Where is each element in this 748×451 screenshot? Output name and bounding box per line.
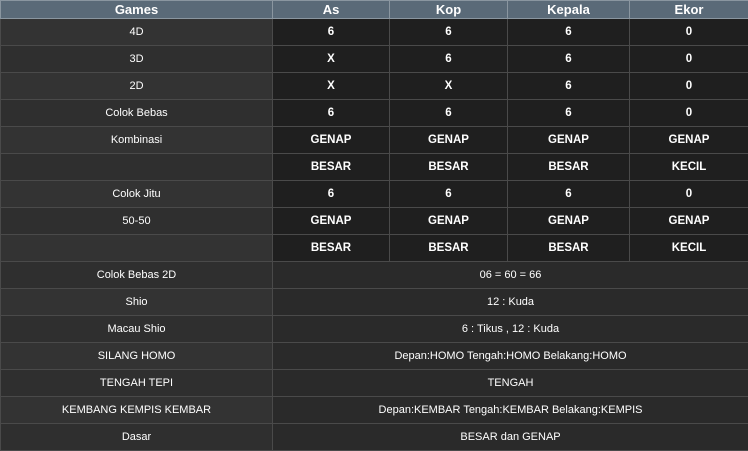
table-row: 2D X X 6 0	[1, 73, 748, 100]
cell-kop: 6	[390, 46, 508, 73]
table-row-merged: Shio 12 : Kuda	[1, 289, 748, 316]
cell-kop: 6	[390, 181, 508, 208]
row-label: 50-50	[1, 208, 273, 235]
row-label: Colok Bebas	[1, 100, 273, 127]
cell-ekor: GENAP	[630, 208, 748, 235]
table-row: Colok Jitu 6 6 6 0	[1, 181, 748, 208]
cell-kepala: GENAP	[508, 208, 630, 235]
table-row: 50-50 GENAP GENAP GENAP GENAP	[1, 208, 748, 235]
cell-kop: BESAR	[390, 235, 508, 262]
cell-kop: 6	[390, 100, 508, 127]
merged-value: BESAR dan GENAP	[273, 424, 748, 451]
cell-as: BESAR	[273, 154, 390, 181]
cell-kop: X	[390, 73, 508, 100]
cell-ekor: GENAP	[630, 127, 748, 154]
row-label: Macau Shio	[1, 316, 273, 343]
row-label: 2D	[1, 73, 273, 100]
row-label: Kombinasi	[1, 127, 273, 154]
cell-kepala: GENAP	[508, 127, 630, 154]
cell-kop: 6	[390, 19, 508, 46]
cell-ekor: 0	[630, 181, 748, 208]
cell-kop: BESAR	[390, 154, 508, 181]
cell-ekor: 0	[630, 19, 748, 46]
row-label: Shio	[1, 289, 273, 316]
cell-ekor: KECIL	[630, 154, 748, 181]
merged-value: TENGAH	[273, 370, 748, 397]
cell-ekor: 0	[630, 46, 748, 73]
cell-as: GENAP	[273, 208, 390, 235]
merged-value: Depan:KEMBAR Tengah:KEMBAR Belakang:KEMP…	[273, 397, 748, 424]
header-games: Games	[1, 1, 273, 19]
merged-value: 6 : Tikus , 12 : Kuda	[273, 316, 748, 343]
row-label: TENGAH TEPI	[1, 370, 273, 397]
table-row: 4D 6 6 6 0	[1, 19, 748, 46]
cell-ekor: 0	[630, 100, 748, 127]
row-label: Colok Bebas 2D	[1, 262, 273, 289]
cell-kepala: 6	[508, 19, 630, 46]
cell-kepala: BESAR	[508, 154, 630, 181]
cell-kop: GENAP	[390, 208, 508, 235]
merged-value: 12 : Kuda	[273, 289, 748, 316]
merged-value: Depan:HOMO Tengah:HOMO Belakang:HOMO	[273, 343, 748, 370]
results-table: Games As Kop Kepala Ekor 4D 6 6 6 0 3D X…	[0, 0, 748, 451]
cell-kepala: 6	[508, 46, 630, 73]
header-kop: Kop	[390, 1, 508, 19]
cell-kepala: 6	[508, 181, 630, 208]
header-as: As	[273, 1, 390, 19]
header-kepala: Kepala	[508, 1, 630, 19]
table-row-merged: KEMBANG KEMPIS KEMBAR Depan:KEMBAR Tenga…	[1, 397, 748, 424]
row-label: 3D	[1, 46, 273, 73]
row-label: 4D	[1, 19, 273, 46]
cell-as: GENAP	[273, 127, 390, 154]
row-label	[1, 235, 273, 262]
cell-ekor: KECIL	[630, 235, 748, 262]
cell-as: BESAR	[273, 235, 390, 262]
table-row-merged: Colok Bebas 2D 06 = 60 = 66	[1, 262, 748, 289]
cell-as: X	[273, 46, 390, 73]
cell-as: 6	[273, 100, 390, 127]
cell-as: X	[273, 73, 390, 100]
table-row-merged: SILANG HOMO Depan:HOMO Tengah:HOMO Belak…	[1, 343, 748, 370]
table-row-merged: Dasar BESAR dan GENAP	[1, 424, 748, 451]
cell-as: 6	[273, 19, 390, 46]
table-row: BESAR BESAR BESAR KECIL	[1, 235, 748, 262]
table-row: 3D X 6 6 0	[1, 46, 748, 73]
table-row-merged: Macau Shio 6 : Tikus , 12 : Kuda	[1, 316, 748, 343]
row-label: Dasar	[1, 424, 273, 451]
cell-ekor: 0	[630, 73, 748, 100]
merged-value: 06 = 60 = 66	[273, 262, 748, 289]
row-label: Colok Jitu	[1, 181, 273, 208]
cell-kop: GENAP	[390, 127, 508, 154]
header-ekor: Ekor	[630, 1, 748, 19]
cell-kepala: 6	[508, 100, 630, 127]
row-label: KEMBANG KEMPIS KEMBAR	[1, 397, 273, 424]
table-row: Kombinasi GENAP GENAP GENAP GENAP	[1, 127, 748, 154]
table-row: BESAR BESAR BESAR KECIL	[1, 154, 748, 181]
row-label	[1, 154, 273, 181]
cell-kepala: BESAR	[508, 235, 630, 262]
cell-as: 6	[273, 181, 390, 208]
row-label: SILANG HOMO	[1, 343, 273, 370]
table-row-merged: TENGAH TEPI TENGAH	[1, 370, 748, 397]
cell-kepala: 6	[508, 73, 630, 100]
table-row: Colok Bebas 6 6 6 0	[1, 100, 748, 127]
header-row: Games As Kop Kepala Ekor	[1, 1, 748, 19]
